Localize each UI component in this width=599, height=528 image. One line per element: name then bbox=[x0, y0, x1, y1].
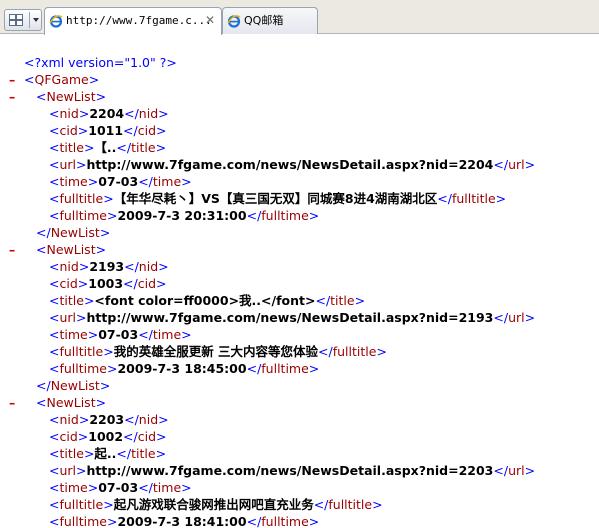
xml-value-title: 【.. bbox=[94, 140, 117, 155]
root-open-tag: <QFGame> bbox=[24, 72, 100, 87]
xml-value-url: http://www.7fgame.com/news/NewsDetail.as… bbox=[86, 157, 494, 172]
xml-element-cid: <cid>1011</cid> bbox=[49, 123, 167, 138]
quick-tabs-icon bbox=[9, 14, 23, 26]
xml-document-view: <?xml version="1.0" ?> <QFGame> – <NewList>… bbox=[0, 34, 599, 528]
xml-value-time: 07-03 bbox=[98, 327, 139, 342]
xml-element-nid: <nid>2203</nid> bbox=[49, 412, 169, 427]
xml-value-fulltitle: 起凡游戏联合骏网推出网吧直充业务 bbox=[113, 497, 314, 512]
quick-tabs-button[interactable] bbox=[4, 9, 42, 31]
xml-value-nid: 2204 bbox=[89, 106, 125, 121]
tab-7fgame[interactable]: http://www.7fgame.c... ✕ bbox=[44, 7, 222, 35]
tab-title: QQ邮箱 bbox=[244, 14, 284, 27]
xml-value-fulltime: 2009-7-3 18:45:00 bbox=[117, 361, 247, 376]
newlist-close-tag: </NewList> bbox=[36, 378, 111, 393]
newlist-open-tag: <NewList> bbox=[36, 395, 107, 410]
newlist-close-tag: </NewList> bbox=[36, 225, 111, 240]
xml-value-time: 07-03 bbox=[98, 480, 139, 495]
xml-element-fulltime: <fulltime>2009-7-3 18:41:00</fulltime> bbox=[49, 514, 320, 528]
xml-element-fulltitle: <fulltitle>起凡游戏联合骏网推出网吧直充业务</fulltitle> bbox=[49, 497, 383, 512]
tab-qqmail[interactable]: QQ邮箱 bbox=[222, 7, 318, 34]
xml-value-cid: 1003 bbox=[88, 276, 124, 291]
xml-element-url: <url>http://www.7fgame.com/news/NewsDeta… bbox=[49, 157, 536, 172]
tab-title: http://www.7fgame.c... bbox=[66, 14, 212, 27]
xml-element-nid: <nid>2193</nid> bbox=[49, 259, 169, 274]
xml-element-time: <time>07-03</time> bbox=[49, 174, 192, 189]
xml-value-time: 07-03 bbox=[98, 174, 139, 189]
xml-element-fulltime: <fulltime>2009-7-3 20:31:00</fulltime> bbox=[49, 208, 320, 223]
xml-element-url: <url>http://www.7fgame.com/news/NewsDeta… bbox=[49, 310, 536, 325]
xml-value-title: <font color=ff0000>我..</font> bbox=[94, 293, 316, 308]
collapse-toggle-icon[interactable]: – bbox=[9, 241, 15, 258]
xml-value-fulltitle: 我的英雄全服更新 三大内容等您体验 bbox=[113, 344, 319, 359]
collapse-toggle-icon[interactable]: – bbox=[9, 88, 15, 105]
xml-element-fulltitle: <fulltitle>我的英雄全服更新 三大内容等您体验</fulltitle> bbox=[49, 344, 387, 359]
xml-value-nid: 2193 bbox=[89, 259, 125, 274]
xml-value-fulltime: 2009-7-3 20:31:00 bbox=[117, 208, 247, 223]
close-tab-icon[interactable]: ✕ bbox=[205, 8, 215, 33]
newlist-open-tag: <NewList> bbox=[36, 89, 107, 104]
xml-value-title: 起.. bbox=[94, 446, 117, 461]
xml-value-fulltime: 2009-7-3 18:41:00 bbox=[117, 514, 247, 528]
xml-element-time: <time>07-03</time> bbox=[49, 480, 192, 495]
xml-declaration: <?xml version="1.0" ?> bbox=[24, 55, 177, 70]
xml-element-title: <title>【..</title> bbox=[49, 140, 167, 155]
newlist-open-tag: <NewList> bbox=[36, 242, 107, 257]
xml-value-url: http://www.7fgame.com/news/NewsDetail.as… bbox=[86, 463, 494, 478]
xml-element-url: <url>http://www.7fgame.com/news/NewsDeta… bbox=[49, 463, 536, 478]
xml-value-fulltitle: 【年华尽耗丶】VS【真三国无双】同城赛8进4湖南湖北区 bbox=[113, 191, 438, 206]
xml-element-time: <time>07-03</time> bbox=[49, 327, 192, 342]
ie-page-icon bbox=[49, 15, 63, 28]
xml-element-cid: <cid>1002</cid> bbox=[49, 429, 167, 444]
collapse-toggle-icon[interactable]: – bbox=[9, 394, 15, 411]
xml-value-cid: 1002 bbox=[88, 429, 124, 444]
xml-element-title: <title>起..</title> bbox=[49, 446, 167, 461]
ie-page-icon bbox=[227, 15, 241, 28]
xml-value-url: http://www.7fgame.com/news/NewsDetail.as… bbox=[86, 310, 494, 325]
chevron-down-icon[interactable] bbox=[33, 18, 39, 22]
collapse-toggle-icon[interactable]: – bbox=[9, 71, 15, 88]
xml-element-cid: <cid>1003</cid> bbox=[49, 276, 167, 291]
xml-element-fulltitle: <fulltitle>【年华尽耗丶】VS【真三国无双】同城赛8进4湖南湖北区</… bbox=[49, 191, 507, 206]
xml-element-fulltime: <fulltime>2009-7-3 18:45:00</fulltime> bbox=[49, 361, 320, 376]
xml-element-title: <title><font color=ff0000>我..</font></ti… bbox=[49, 293, 366, 308]
xml-value-nid: 2203 bbox=[89, 412, 125, 427]
xml-value-cid: 1011 bbox=[88, 123, 124, 138]
xml-element-nid: <nid>2204</nid> bbox=[49, 106, 169, 121]
tab-bar: http://www.7fgame.c... ✕ QQ邮箱 bbox=[0, 0, 599, 35]
